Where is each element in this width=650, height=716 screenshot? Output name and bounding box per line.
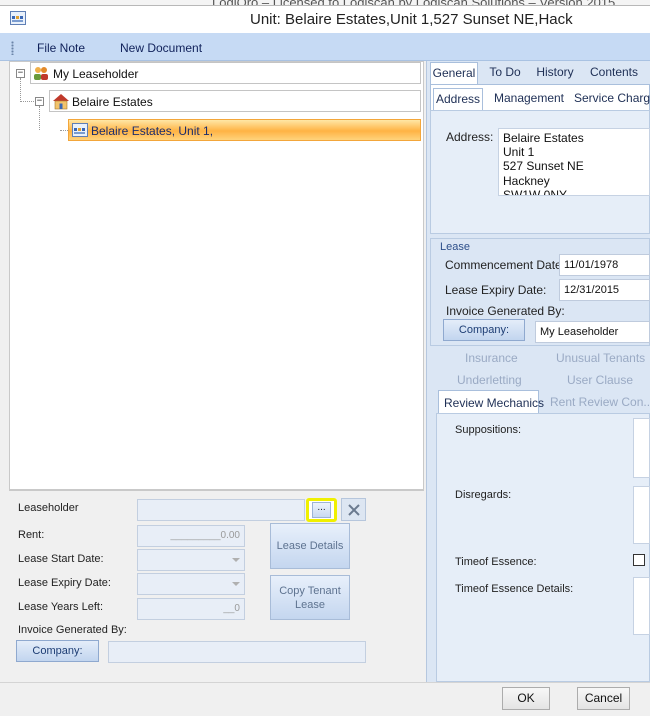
invoice-generated-by-label: Invoice Generated By: (18, 624, 127, 636)
tab-insurance[interactable]: Insurance (465, 351, 518, 365)
toolbar-grip-icon[interactable] (11, 41, 14, 55)
address-textarea[interactable]: Belaire Estates Unit 1 527 Sunset NE Hac… (498, 128, 650, 196)
menu-file-note[interactable]: File Note (37, 41, 85, 55)
commencement-date-label: Commencement Date: (445, 258, 566, 272)
lease-expiry-date-picker[interactable] (137, 573, 245, 595)
suppositions-textarea[interactable] (633, 418, 650, 478)
leaseholder-label: Leaseholder (18, 502, 79, 514)
copy-tenant-lease-button[interactable]: Copy Tenant Lease (270, 575, 350, 620)
time-of-essence-checkbox[interactable] (633, 554, 645, 566)
tree-node-unit-selected[interactable]: Belaire Estates, Unit 1, (68, 119, 421, 141)
rent-input[interactable]: _________0.00 (137, 525, 245, 547)
address-line: Belaire Estates (503, 131, 584, 145)
tab-review-mechanics-label: Review Mechanics (444, 396, 545, 410)
invoice-company-field[interactable]: My Leaseholder (535, 321, 650, 343)
company-button-right[interactable]: Company: (443, 319, 525, 341)
window-title: Unit: Belaire Estates,Unit 1,527 Sunset … (250, 11, 573, 28)
ellipsis-icon: ... (312, 502, 331, 518)
invoice-company-input[interactable] (108, 641, 366, 663)
tab-to-do[interactable]: To Do (482, 62, 528, 84)
expander-collapse-icon[interactable]: − (16, 69, 25, 78)
tree-node-root[interactable]: My Leaseholder (30, 62, 421, 84)
people-icon (34, 67, 48, 80)
tab-user-clause[interactable]: User Clause (567, 373, 633, 387)
time-of-essence-label: Timeof Essence: (455, 556, 537, 568)
address-line: Unit 1 (503, 145, 535, 159)
subtab-address[interactable]: Address (433, 88, 483, 110)
review-mechanics-panel (436, 413, 650, 682)
tab-rent-review-con[interactable]: Rent Review Con... (550, 395, 650, 409)
subtab-management[interactable]: Management (489, 88, 569, 110)
address-line: Hackney (503, 174, 550, 188)
company-button[interactable]: Company: (16, 640, 99, 662)
lease-years-left-input[interactable]: __0 (137, 598, 245, 620)
time-of-essence-details-label: Timeof Essence Details: (455, 583, 574, 595)
tab-underletting[interactable]: Underletting (457, 373, 522, 387)
suppositions-label: Suppositions: (455, 424, 522, 436)
clear-leaseholder-button[interactable] (341, 498, 366, 521)
tab-unusual-tenants[interactable]: Unusual Tenants (556, 351, 645, 365)
tab-history[interactable]: History (532, 62, 578, 84)
house-icon (53, 94, 69, 110)
expander-collapse-icon[interactable]: − (35, 97, 44, 106)
close-icon (348, 504, 360, 516)
tab-review-mechanics[interactable]: Review Mechanics (438, 390, 544, 414)
lease-start-date-picker[interactable] (137, 549, 245, 571)
copy-tenant-line2: Lease (295, 599, 325, 611)
address-line: 527 Sunset NE (503, 159, 584, 173)
unit-icon (72, 123, 88, 137)
subtab-service-charge[interactable]: Service Charge (574, 88, 650, 110)
address-line: SW1W 0NY (503, 188, 568, 196)
tree-connector (20, 78, 21, 102)
lease-expiry-date-label-right: Lease Expiry Date: (445, 283, 547, 297)
lease-years-left-label: Lease Years Left: (18, 601, 104, 613)
tab-contents[interactable]: Contents (586, 62, 642, 84)
disregards-label: Disregards: (455, 489, 512, 501)
ok-button[interactable]: OK (502, 687, 550, 710)
tree-node-root-label: My Leaseholder (53, 67, 139, 81)
time-of-essence-details-textarea[interactable] (633, 577, 650, 635)
leaseholder-input[interactable] (137, 499, 305, 521)
lease-expiry-date-field[interactable]: 12/31/2015 (559, 279, 650, 301)
lease-start-date-label: Lease Start Date: (18, 553, 104, 565)
tree-node-building-label: Belaire Estates (72, 95, 153, 109)
lease-details-button[interactable]: Lease Details (270, 523, 350, 569)
chevron-down-icon (232, 582, 240, 586)
disregards-textarea[interactable] (633, 486, 650, 544)
invoice-generated-by-label-right: Invoice Generated By: (446, 304, 565, 318)
tree-node-building[interactable]: Belaire Estates (49, 90, 421, 112)
dialog-button-bar (0, 682, 650, 716)
leaseholder-browse-button[interactable]: ... (306, 498, 337, 522)
lease-group-label: Lease (440, 241, 470, 253)
chevron-down-icon (232, 558, 240, 562)
tree-connector (39, 106, 40, 130)
copy-tenant-line1: Copy Tenant (279, 585, 341, 597)
lease-expiry-date-label: Lease Expiry Date: (18, 577, 111, 589)
tab-general[interactable]: General (430, 62, 478, 84)
app-logo-icon (10, 11, 26, 25)
address-label: Address: (446, 130, 494, 144)
menu-new-document[interactable]: New Document (120, 41, 202, 55)
cancel-button[interactable]: Cancel (577, 687, 630, 710)
tree-connector (20, 101, 34, 102)
rent-label: Rent: (18, 529, 45, 541)
commencement-date-field[interactable]: 11/01/1978 (559, 254, 650, 276)
tree-node-unit-label: Belaire Estates, Unit 1, (91, 124, 214, 138)
menu-bar (0, 33, 650, 61)
